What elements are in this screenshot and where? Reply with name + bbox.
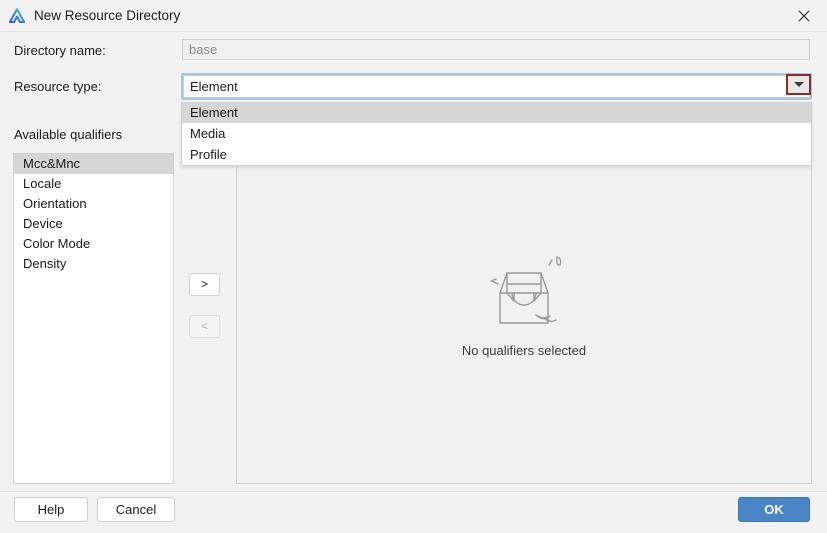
list-item-locale[interactable]: Locale — [14, 174, 173, 194]
footer-separator — [0, 491, 827, 492]
empty-box-icon — [490, 256, 562, 324]
chevron-down-icon[interactable] — [786, 74, 811, 95]
combobox-value: Element — [190, 79, 238, 94]
ok-button[interactable]: OK — [738, 497, 810, 522]
dropdown-option-media[interactable]: Media — [182, 123, 811, 144]
chevron-down-glyph — [793, 82, 804, 87]
title-bar: New Resource Directory — [0, 0, 827, 32]
empty-state: No qualifiers selected — [237, 251, 811, 358]
list-item-orientation[interactable]: Orientation — [14, 194, 173, 214]
resource-type-combobox[interactable]: Element — [181, 73, 812, 100]
deveco-triangle-icon — [8, 7, 26, 23]
resource-type-label: Resource type: — [14, 79, 102, 94]
dropdown-option-profile[interactable]: Profile — [182, 144, 811, 165]
available-qualifiers-list[interactable]: Mcc&Mnc Locale Orientation Device Color … — [13, 153, 174, 484]
available-qualifiers-label: Available qualifiers — [14, 127, 123, 142]
selected-qualifiers-panel[interactable]: No qualifiers selected — [236, 153, 812, 484]
dropdown-option-element[interactable]: Element — [182, 102, 811, 123]
list-item-device[interactable]: Device — [14, 214, 173, 234]
list-item-color-mode[interactable]: Color Mode — [14, 234, 173, 254]
directory-name-label: Directory name: — [14, 43, 106, 58]
close-icon[interactable] — [781, 0, 827, 31]
empty-state-text: No qualifiers selected — [461, 343, 587, 358]
resource-type-dropdown-list[interactable]: Element Media Profile — [181, 102, 812, 166]
list-item-mcc-mnc[interactable]: Mcc&Mnc — [14, 154, 173, 174]
cancel-button[interactable]: Cancel — [97, 497, 175, 522]
window-title: New Resource Directory — [34, 8, 181, 23]
remove-qualifier-button[interactable]: < — [189, 315, 220, 338]
add-qualifier-button[interactable]: > — [189, 273, 220, 296]
help-button[interactable]: Help — [14, 497, 88, 522]
list-item-density[interactable]: Density — [14, 254, 173, 274]
directory-name-input[interactable] — [182, 39, 810, 60]
combobox-field[interactable]: Element — [183, 75, 810, 98]
